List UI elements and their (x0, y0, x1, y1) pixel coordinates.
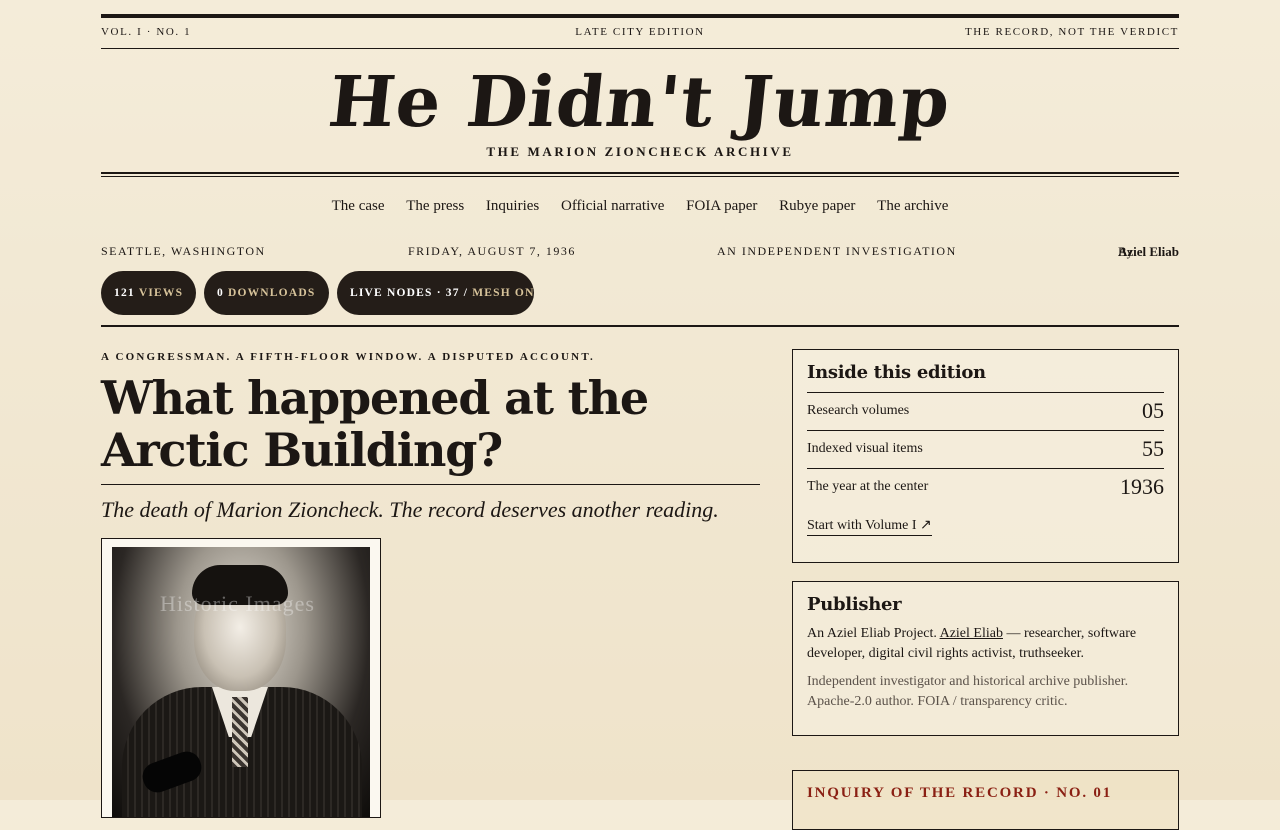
photo-watermark: Historic Images (160, 591, 315, 616)
inquiry-title: INQUIRY OF THE RECORD · NO. 01 (807, 785, 1113, 801)
stat-label: Research volumes (807, 403, 910, 418)
article-dek: The death of Marion Zioncheck. The recor… (101, 497, 719, 522)
dateline-date: FRIDAY, AUGUST 7, 1936 (408, 244, 576, 258)
views-count: 121 (114, 287, 135, 299)
nav-item-rubye-paper[interactable]: Rubye paper (779, 198, 855, 215)
article-headline: What happened at the Arctic Building? (101, 371, 649, 477)
nav-item-the-case[interactable]: The case (332, 198, 385, 215)
live-nodes-pill: LIVE NODES · 37 /MESH ON (337, 271, 534, 315)
inside-edition-box: Inside this edition Research volumes 05 … (792, 349, 1179, 563)
article-kicker: A CONGRESSMAN. A FIFTH-FLOOR WINDOW. A D… (101, 351, 595, 363)
stat-value: 1936 (1120, 474, 1164, 499)
headline-rule (101, 484, 760, 485)
publisher-title: Publisher (807, 594, 902, 615)
start-volume-link[interactable]: Start with Volume I ↗ (807, 517, 932, 536)
byline-prefix: By (1117, 244, 1134, 259)
publisher-sub: Independent investigator and historical … (807, 674, 1129, 709)
publisher-name-link[interactable]: Aziel Eliab (940, 626, 1003, 641)
motto-label: THE RECORD, NOT THE VERDICT (964, 26, 1179, 38)
main-nav: The case The press Inquiries Official na… (101, 198, 1179, 215)
zioncheck-photo[interactable]: Historic Images (112, 547, 370, 817)
publisher-box: Publisher An Aziel Eliab Project. Aziel … (792, 581, 1179, 736)
masthead: He Didn't Jump THE MARION ZIONCHECK ARCH… (101, 60, 1179, 159)
nav-item-the-press[interactable]: The press (406, 198, 464, 215)
inside-edition-title: Inside this edition (807, 362, 986, 383)
views-pill: 121 VIEWS (101, 271, 196, 315)
stat-label: Indexed visual items (807, 441, 923, 456)
live-nodes-label: LIVE NODES · 37 / (350, 287, 469, 299)
stat-research-volumes: Research volumes 05 (807, 393, 1164, 431)
stat-year: The year at the center 1936 (807, 469, 1164, 506)
site-subtitle: THE MARION ZIONCHECK ARCHIVE (486, 144, 794, 159)
stat-value: 55 (1142, 436, 1164, 461)
downloads-label: DOWNLOADS (227, 287, 316, 299)
site-title[interactable]: He Didn't Jump (325, 60, 955, 143)
top-rule (101, 14, 1179, 18)
inquiry-box[interactable]: INQUIRY OF THE RECORD · NO. 01 (792, 770, 1179, 830)
dateline: SEATTLE, WASHINGTON FRIDAY, AUGUST 7, 19… (101, 244, 1179, 260)
mesh-status: MESH ON (472, 287, 535, 299)
masthead-rule (101, 172, 1179, 177)
nav-item-foia-paper[interactable]: FOIA paper (686, 198, 757, 215)
views-label: VIEWS (138, 287, 184, 299)
nav-item-the-archive[interactable]: The archive (877, 198, 948, 215)
downloads-pill: 0 DOWNLOADS (204, 271, 329, 315)
downloads-count: 0 (217, 287, 224, 299)
dateline-place: SEATTLE, WASHINGTON (101, 244, 266, 258)
publisher-intro-text: An Aziel Eliab Project. (807, 626, 937, 641)
byline: By Aziel Eliab (1118, 244, 1179, 260)
nav-item-official-narrative[interactable]: Official narrative (561, 198, 664, 215)
stat-label: The year at the center (807, 479, 929, 494)
section-rule (101, 325, 1179, 327)
nav-item-inquiries[interactable]: Inquiries (486, 198, 539, 215)
stat-value: 05 (1142, 398, 1164, 423)
divider (101, 48, 1179, 49)
dateline-tagline: AN INDEPENDENT INVESTIGATION (717, 244, 957, 258)
edition-bar: VOL. I · NO. 1 LATE CITY EDITION THE REC… (101, 26, 1179, 40)
stat-indexed-items: Indexed visual items 55 (807, 431, 1164, 469)
photo-frame: Historic Images (101, 538, 381, 818)
publisher-intro: An Aziel Eliab Project. Aziel Eliab — re… (807, 624, 1164, 664)
